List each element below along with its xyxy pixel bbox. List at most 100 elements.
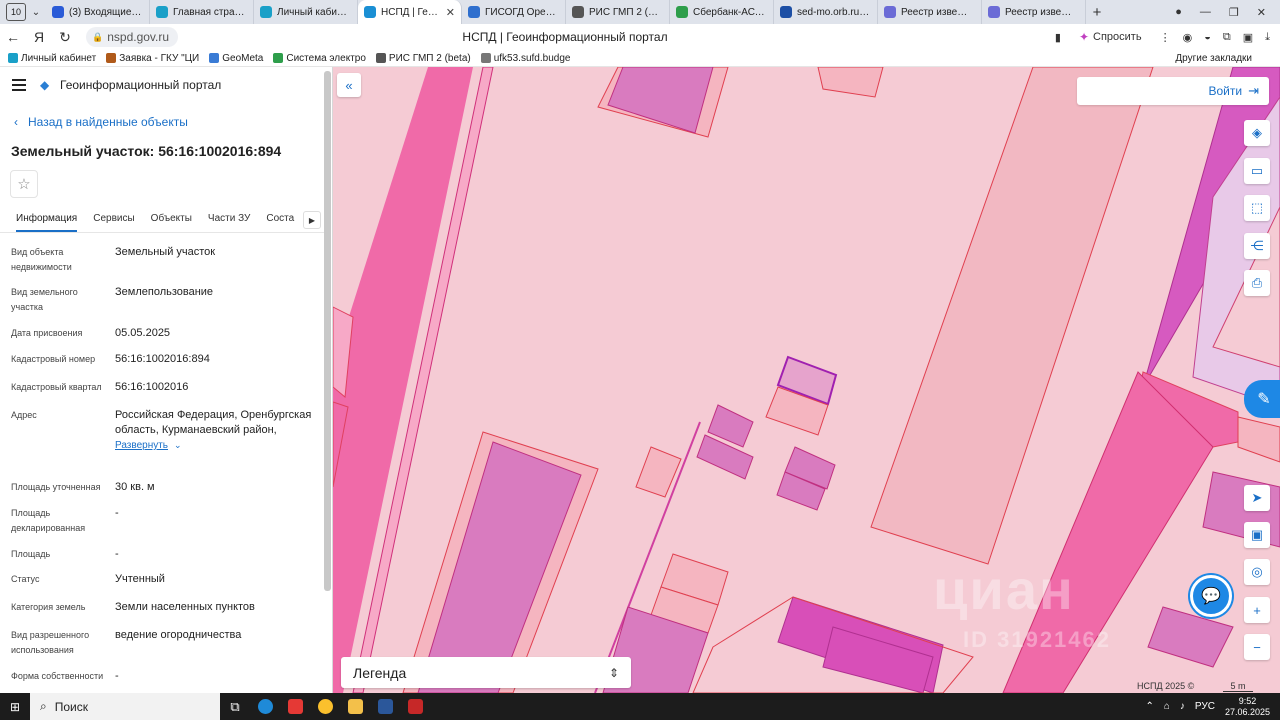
minimap-button[interactable]: ▣ [1244, 522, 1270, 548]
tab-composition[interactable]: Соста [266, 207, 294, 232]
browser-tab[interactable]: Сбербанк-АСТ - Э [670, 0, 774, 24]
app-icon[interactable] [400, 693, 430, 720]
lock-icon: 🔒 [92, 31, 104, 42]
chrome-icon[interactable] [310, 693, 340, 720]
collapse-panel-button[interactable]: « [337, 73, 361, 97]
extension-icon-2[interactable]: ◒ [1204, 31, 1211, 43]
language-indicator[interactable]: РУС [1195, 701, 1215, 712]
property-value-text: 05.05.2025 [115, 327, 171, 339]
tab-label: Реестр извещени [1005, 6, 1079, 18]
edge-icon[interactable] [250, 693, 280, 720]
navigation-arrow-icon: ➤ [1251, 490, 1263, 505]
bookmark-item[interactable]: Заявка - ГКУ "ЦИ [106, 53, 199, 64]
browser-tab[interactable]: Реестр извещени [982, 0, 1086, 24]
volume-icon[interactable]: ♪ [1180, 701, 1185, 712]
bookmark-item[interactable]: ufk53.sufd.budge [480, 53, 570, 64]
ask-button[interactable]: ✦ Спросить [1073, 28, 1148, 46]
word-icon[interactable] [370, 693, 400, 720]
bookmark-item[interactable]: GeoMeta [209, 53, 263, 64]
profile-icon[interactable]: ● [1175, 6, 1182, 18]
tab-objects[interactable]: Объекты [151, 207, 192, 232]
favorite-star-button[interactable]: ☆ [10, 170, 38, 198]
tab-list-caret-icon[interactable]: ⌄ [26, 7, 46, 18]
tab-favicon-icon [156, 6, 168, 18]
map-canvas[interactable] [333, 67, 1280, 693]
minimize-icon[interactable]: — [1200, 6, 1211, 18]
chat-button[interactable]: 💬 [1190, 575, 1232, 617]
browser-tab[interactable]: Реестр извещени [878, 0, 982, 24]
bookmark-icon[interactable]: ▮ [1055, 31, 1061, 44]
task-view-icon[interactable]: ⧉ [220, 693, 250, 720]
close-window-icon[interactable]: ✕ [1257, 6, 1266, 19]
yandex-browser-icon[interactable] [280, 693, 310, 720]
property-value: - [115, 506, 315, 521]
geolocation-icon: ◎ [1251, 564, 1263, 579]
legend-dropdown[interactable]: Легенда ⇕ [341, 657, 631, 688]
restore-icon[interactable]: ❐ [1229, 6, 1239, 19]
system-tray: ⌃ ⌂ ♪ РУС 9:52 27.06.2025 [1145, 696, 1280, 718]
layers-button[interactable]: ◈ [1244, 120, 1270, 146]
share-button[interactable]: ⋲ [1244, 233, 1270, 259]
taskbar-search[interactable]: ⌕ Поиск [30, 693, 220, 720]
expand-address-link[interactable]: Развернуть ⌄ [115, 438, 315, 453]
map-view[interactable]: циан ID 31921462 « Войти ⇥ ◈ ▭ ⬚ ⋲ ⎙ ✎ ➤… [333, 67, 1280, 693]
yandex-icon[interactable]: Я [26, 29, 52, 45]
zoom-in-button[interactable]: + [1244, 597, 1270, 623]
support-badge-icon[interactable]: ✎ [1244, 380, 1280, 418]
hamburger-menu-icon[interactable] [12, 79, 26, 91]
property-value: Земельный участок [115, 245, 315, 260]
bookmark-item[interactable]: Личный кабинет [8, 53, 96, 64]
print-icon: ⎙ [1251, 275, 1263, 290]
extension-icon-3[interactable]: ▣ [1243, 31, 1253, 44]
login-button[interactable]: Войти ⇥ [1077, 77, 1269, 105]
clock[interactable]: 9:52 27.06.2025 [1225, 696, 1270, 718]
browser-tab[interactable]: ГИСОГД Оренбур [462, 0, 566, 24]
browser-tab[interactable]: Личный кабинет [254, 0, 358, 24]
locate-button[interactable]: ➤ [1244, 485, 1270, 511]
browser-tab[interactable]: (3) Входящие - По [46, 0, 150, 24]
browser-tab[interactable]: sed-mo.orb.ru/cm [774, 0, 878, 24]
tab-parts[interactable]: Части ЗУ [208, 207, 250, 232]
tab-count-badge[interactable]: 10 [6, 3, 26, 21]
plus-icon: + [1253, 602, 1261, 618]
bookmark-item[interactable]: РИС ГМП 2 (beta) [375, 53, 471, 64]
network-icon[interactable]: ⌂ [1164, 701, 1170, 712]
more-menu-icon[interactable]: ⋮ [1160, 31, 1171, 44]
tray-chevron-icon[interactable]: ⌃ [1145, 701, 1153, 712]
watermark-text: циан [933, 558, 1075, 621]
property-label: Площадь уточненная [11, 482, 101, 492]
property-label: Кадастровый номер [11, 354, 96, 364]
chevron-left-icon: ‹ [14, 115, 18, 129]
bookmark-item[interactable]: Система электро [273, 53, 366, 64]
tab-favicon-icon [780, 6, 792, 18]
panel-scrollbar[interactable] [324, 71, 331, 591]
tab-services[interactable]: Сервисы [93, 207, 134, 232]
zoom-out-button[interactable]: − [1244, 634, 1270, 660]
browser-tab[interactable]: РИС ГМП 2 (beta) [566, 0, 670, 24]
windows-start-icon[interactable]: ⊞ [0, 700, 30, 714]
other-bookmarks[interactable]: Другие закладки [1175, 53, 1270, 64]
browser-tab[interactable]: НСПД | Геоинф✕ [358, 0, 462, 24]
bookmark-label: Заявка - ГКУ "ЦИ [119, 52, 200, 64]
file-explorer-icon[interactable] [340, 693, 370, 720]
new-tab-button[interactable]: + [1086, 4, 1108, 21]
browser-tab[interactable]: Главная страница [150, 0, 254, 24]
property-value-text: 56:16:1002016 [115, 381, 189, 393]
geolocation-button[interactable]: ◎ [1244, 559, 1270, 585]
reload-icon[interactable]: ↻ [52, 29, 78, 46]
extension-icon[interactable]: ◉ [1183, 31, 1193, 44]
back-arrow-icon[interactable]: ← [0, 29, 26, 45]
ruler-button[interactable]: ▭ [1244, 158, 1270, 184]
tab-information[interactable]: Информация [16, 207, 78, 232]
back-to-results-link[interactable]: ‹ Назад в найденные объекты [14, 115, 188, 129]
watermark-id: ID 31921462 [963, 627, 1111, 652]
collections-icon[interactable]: ⧉ [1223, 31, 1231, 44]
select-area-button[interactable]: ⬚ [1244, 195, 1270, 221]
property-label: Статус [11, 574, 40, 584]
url-field[interactable]: 🔒 nspd.gov.ru [86, 27, 178, 47]
tabs-scroll-right-icon[interactable]: ▶ [303, 211, 321, 229]
print-button[interactable]: ⎙ [1244, 270, 1270, 296]
close-tab-icon[interactable]: ✕ [446, 6, 455, 19]
property-value: Российская Федерация, Оренбургская облас… [115, 408, 315, 453]
downloads-icon[interactable]: ⤓ [1265, 31, 1270, 44]
